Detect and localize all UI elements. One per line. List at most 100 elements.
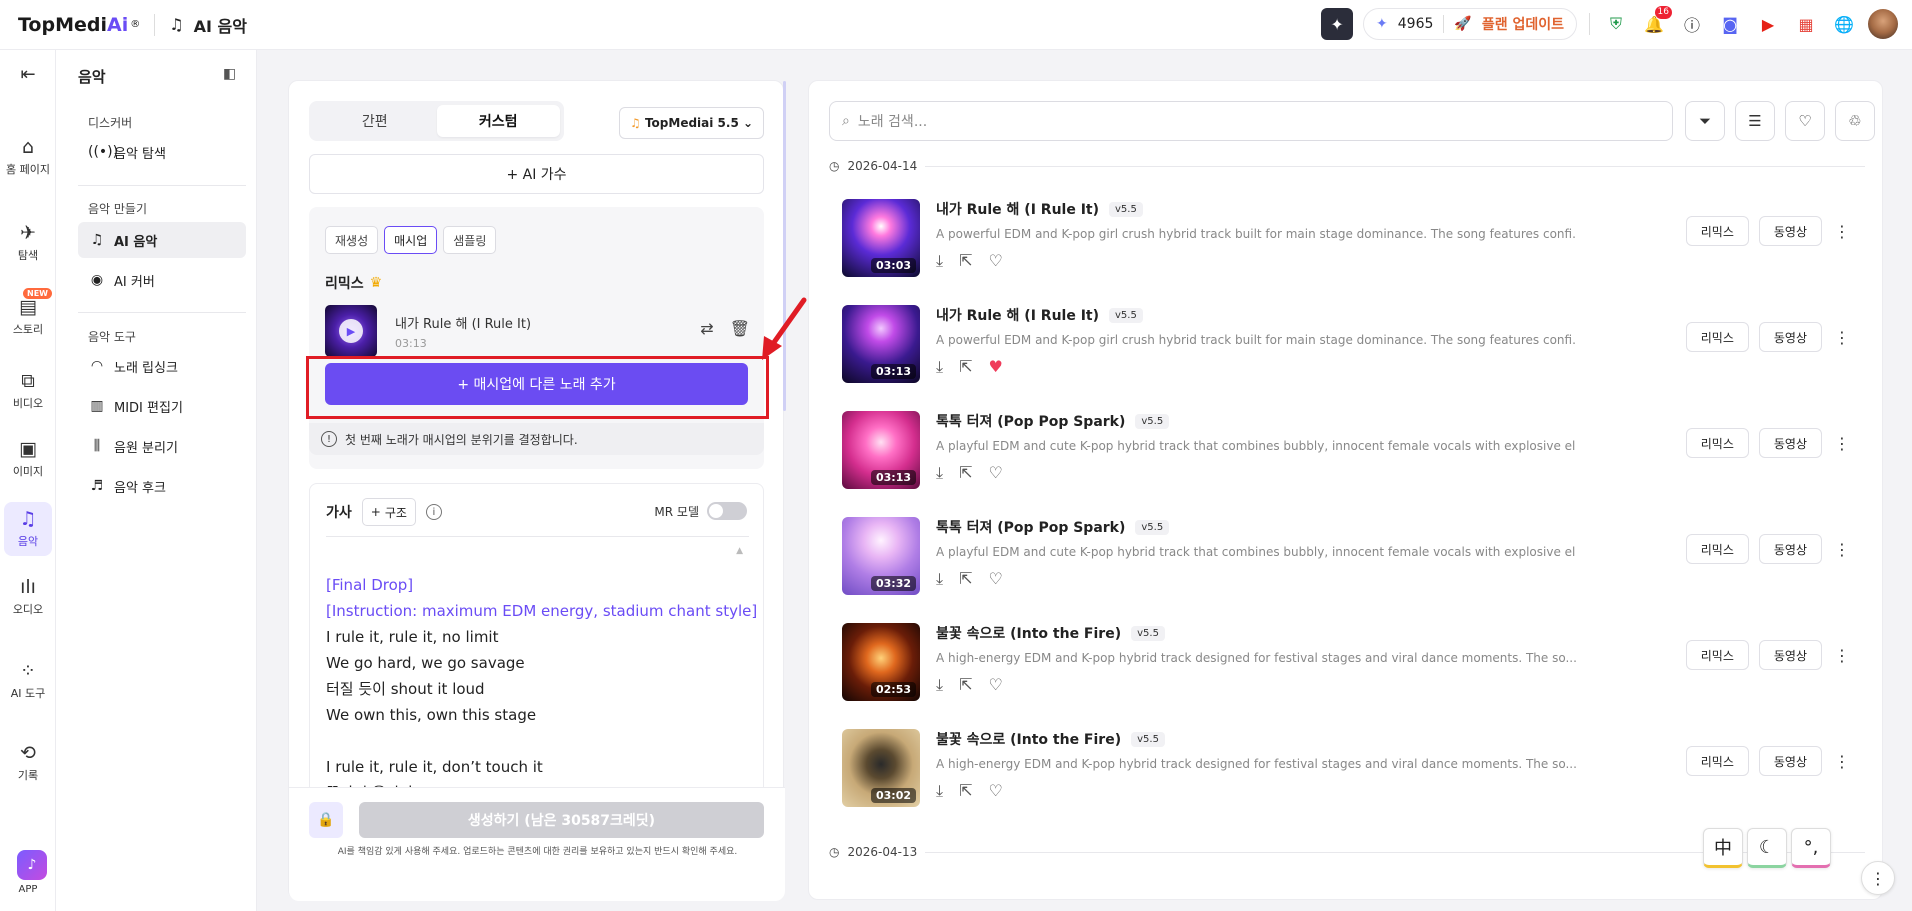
download-icon[interactable]: ⤓ <box>936 251 943 271</box>
rail-item-video[interactable]: ⧉ 비디오 <box>4 370 52 411</box>
calendar-icon[interactable]: ▦ <box>1792 10 1820 38</box>
share-icon[interactable]: ⇱ <box>959 463 972 483</box>
search-input[interactable]: ⌕ 노래 검색... <box>829 101 1673 141</box>
rail-item-audio[interactable]: ılı 오디오 <box>4 576 52 617</box>
download-icon[interactable]: ⤓ <box>936 569 943 589</box>
model-select[interactable]: ♫ TopMediai 5.5 ⌄ <box>619 107 764 139</box>
more-icon[interactable]: ⋮ <box>1832 434 1852 453</box>
app-logo-icon[interactable]: ♪ <box>17 850 47 880</box>
sidebar-item-lipsync[interactable]: ◠ 노래 립싱크 <box>78 348 246 384</box>
song-item[interactable]: 02:53 불꽃 속으로 (Into the Fire) v5.5 A high-… <box>842 623 1852 713</box>
song-thumbnail[interactable]: 03:13 <box>842 411 920 489</box>
rail-item-home[interactable]: ⌂ 홈 페이지 <box>4 136 52 177</box>
discord-icon[interactable]: ◙ <box>1716 10 1744 38</box>
track-thumbnail[interactable]: ▶ <box>325 305 377 357</box>
remix-button[interactable]: 리믹스 <box>1685 746 1749 776</box>
sidebar-item-hook[interactable]: ♬ 음악 후크 <box>78 468 246 504</box>
sidebar-item-splitter[interactable]: ⫼ 음원 분리기 <box>78 428 246 464</box>
download-icon[interactable]: ⤓ <box>936 357 943 377</box>
download-icon[interactable]: ⤓ <box>936 463 943 483</box>
rail-item-history[interactable]: ⟲ 기록 <box>4 742 52 783</box>
more-vertical-icon[interactable]: ⋮ <box>1861 861 1895 895</box>
video-button[interactable]: 동영상 <box>1758 534 1822 564</box>
video-button[interactable]: 동영상 <box>1758 216 1822 246</box>
filter-icon[interactable]: ⏷ <box>1685 101 1725 141</box>
remix-button[interactable]: 리믹스 <box>1685 216 1749 246</box>
share-icon[interactable]: ⇱ <box>959 251 972 271</box>
credit-pill[interactable]: ✦ 4965 🚀 플랜 업데이트 <box>1363 8 1577 40</box>
ai-singer-button[interactable]: + AI 가수 <box>309 154 764 194</box>
heart-icon[interactable]: ♡ <box>988 463 1002 483</box>
avatar[interactable] <box>1868 9 1898 39</box>
list-icon[interactable]: ☰ <box>1735 101 1775 141</box>
video-button[interactable]: 동영상 <box>1758 428 1822 458</box>
rail-item-image[interactable]: ▣ 이미지 <box>4 438 52 479</box>
subtab-sampling[interactable]: 샘플링 <box>443 226 497 254</box>
subtab-mashup[interactable]: 매시업 <box>384 226 438 254</box>
more-icon[interactable]: ⋮ <box>1832 328 1852 347</box>
help-icon[interactable]: ⓘ <box>1678 10 1706 38</box>
remix-button[interactable]: 리믹스 <box>1685 640 1749 670</box>
shield-icon[interactable]: ⛨ <box>1602 10 1630 38</box>
structure-button[interactable]: + 구조 <box>361 498 416 526</box>
tab-custom[interactable]: 커스텀 <box>436 105 560 137</box>
lock-icon[interactable]: 🔒 <box>309 802 343 838</box>
remix-button[interactable]: 리믹스 <box>1685 428 1749 458</box>
subtab-regenerate[interactable]: 재생성 <box>325 226 379 254</box>
song-thumbnail[interactable]: 02:53 <box>842 623 920 701</box>
sidebar-item-music-explore[interactable]: ((•)) 음악 탐색 <box>78 134 246 170</box>
song-thumbnail[interactable]: 03:13 <box>842 305 920 383</box>
sidebar-item-ai-music[interactable]: ♫ AI 음악 <box>78 222 246 258</box>
rail-item-ai-tools[interactable]: ⁘ AI 도구 <box>4 660 52 701</box>
upgrade-link[interactable]: 플랜 업데이트 <box>1482 14 1564 34</box>
heart-filled-icon[interactable]: ♥ <box>988 357 1002 377</box>
share-icon[interactable]: ⇱ <box>959 357 972 377</box>
heart-icon[interactable]: ♡ <box>988 781 1002 801</box>
rail-item-story[interactable]: NEW ▤ 스토리 <box>4 288 52 337</box>
more-icon[interactable]: ⋮ <box>1832 540 1852 559</box>
trash-icon[interactable]: 🗑 <box>730 319 750 338</box>
share-icon[interactable]: ⇱ <box>959 569 972 589</box>
heart-icon[interactable]: ♡ <box>1785 101 1825 141</box>
share-icon[interactable]: ⇱ <box>959 781 972 801</box>
more-icon[interactable]: ⋮ <box>1832 752 1852 771</box>
generate-button[interactable]: 생성하기 (남은 30587크레딧) <box>359 802 764 838</box>
language-button[interactable]: 中 <box>1703 828 1743 868</box>
rail-item-music[interactable]: ♫ 음악 <box>4 502 52 556</box>
collapse-menu-icon[interactable]: ⇤ <box>4 64 52 85</box>
swap-icon[interactable]: ⇄ <box>700 319 713 338</box>
info-icon[interactable]: i <box>425 504 442 520</box>
download-icon[interactable]: ⤓ <box>936 781 943 801</box>
recycle-icon[interactable]: ♲ <box>1835 101 1875 141</box>
mr-switch[interactable] <box>707 502 747 520</box>
song-item[interactable]: 03:13 내가 Rule 해 (I Rule It) v5.5 A powerf… <box>842 305 1852 395</box>
video-button[interactable]: 동영상 <box>1758 640 1822 670</box>
remix-button[interactable]: 리믹스 <box>1685 322 1749 352</box>
remix-button[interactable]: 리믹스 <box>1685 534 1749 564</box>
scroll-up-icon[interactable]: ▲ <box>736 546 743 556</box>
more-icon[interactable]: ⋮ <box>1832 222 1852 241</box>
lyrics-textarea[interactable]: [Final Drop] [Instruction: maximum EDM e… <box>326 572 757 802</box>
song-item[interactable]: 03:02 불꽃 속으로 (Into the Fire) v5.5 A high-… <box>842 729 1852 819</box>
sidebar-item-ai-cover[interactable]: ◉ AI 커버 <box>78 262 246 298</box>
tab-simple[interactable]: 간편 <box>313 105 437 137</box>
heart-icon[interactable]: ♡ <box>988 675 1002 695</box>
heart-icon[interactable]: ♡ <box>988 251 1002 271</box>
song-item[interactable]: 03:03 내가 Rule 해 (I Rule It) v5.5 A powerf… <box>842 199 1852 289</box>
song-item[interactable]: 03:32 톡톡 터져 (Pop Pop Spark) v5.5 A playfu… <box>842 517 1852 607</box>
sidebar-item-midi[interactable]: ▥ MIDI 편집기 <box>78 388 246 424</box>
sparkle-icon[interactable]: ✦ <box>1321 8 1354 40</box>
download-icon[interactable]: ⤓ <box>936 675 943 695</box>
share-icon[interactable]: ⇱ <box>959 675 972 695</box>
brand-logo[interactable]: TopMedi Ai ® <box>18 14 140 36</box>
song-thumbnail[interactable]: 03:32 <box>842 517 920 595</box>
more-icon[interactable]: ⋮ <box>1832 646 1852 665</box>
rail-item-explore[interactable]: ✈ 탐색 <box>4 222 52 263</box>
heart-icon[interactable]: ♡ <box>988 569 1002 589</box>
sidebar-toggle-icon[interactable]: ◧ <box>223 66 236 82</box>
moon-icon[interactable]: ☾ <box>1747 828 1787 868</box>
bell-icon[interactable]: 🔔 16 <box>1640 6 1672 38</box>
song-thumbnail[interactable]: 03:02 <box>842 729 920 807</box>
video-button[interactable]: 동영상 <box>1758 322 1822 352</box>
song-item[interactable]: 03:13 톡톡 터져 (Pop Pop Spark) v5.5 A playfu… <box>842 411 1852 501</box>
